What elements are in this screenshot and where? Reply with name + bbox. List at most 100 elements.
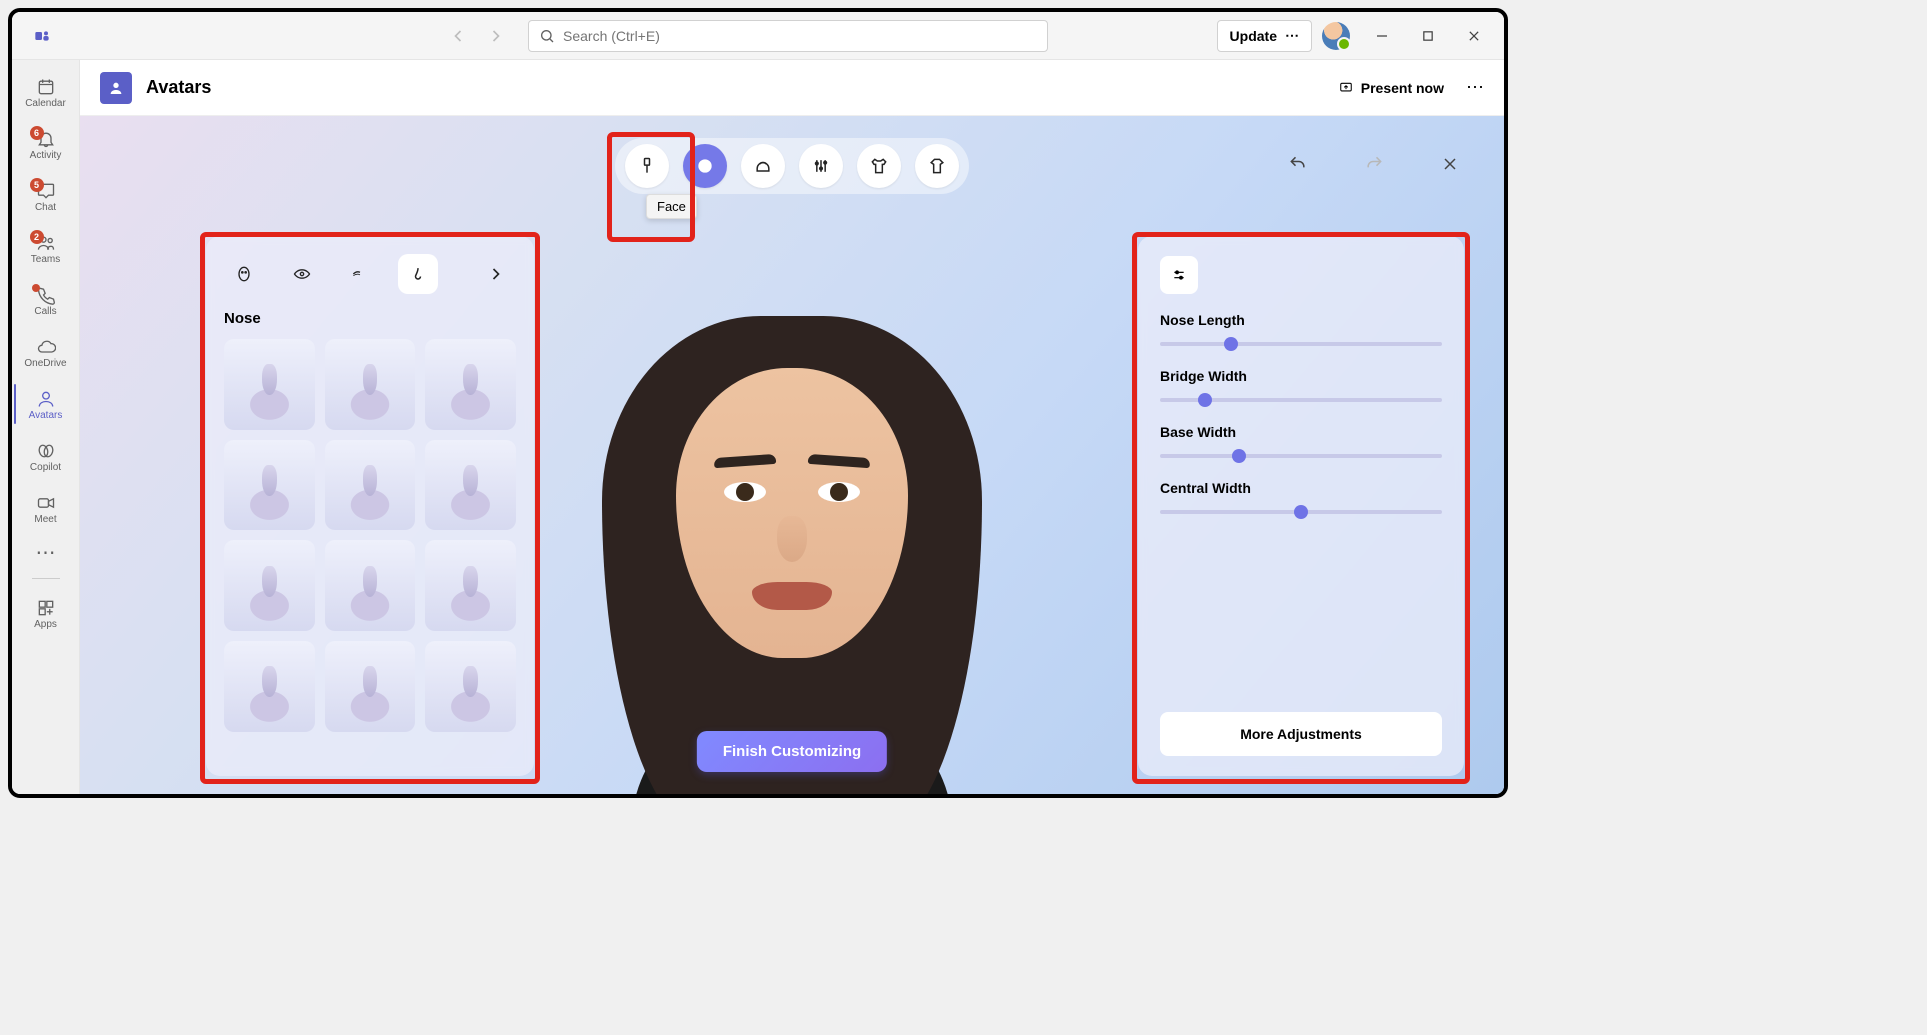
adjustments-panel: Nose Length Bridge Width Base Width Central… [1138,236,1464,776]
update-button[interactable]: Update ⋯ [1217,20,1312,52]
slider-track[interactable] [1160,342,1442,346]
slider-track[interactable] [1160,510,1442,514]
nav-teams[interactable]: 2 Teams [14,222,78,274]
avatar-editor-canvas: Face Nose [80,116,1504,794]
nav-label: Meet [34,514,56,525]
phone-icon [36,284,56,306]
sliders-icon [1160,256,1198,294]
nav-avatars[interactable]: Avatars [14,378,78,430]
history-back-button[interactable] [444,22,472,50]
nav-label: Apps [34,619,57,630]
search-icon [539,28,555,44]
people-icon: 2 [36,232,56,254]
nav-label: Teams [31,254,60,265]
feature-picker-panel: Nose [206,236,534,776]
nose-option[interactable] [325,339,416,430]
nose-option[interactable] [224,641,315,732]
video-icon [36,492,56,514]
face-tab-eyes[interactable] [282,254,322,294]
nav-calendar[interactable]: Calendar [14,66,78,118]
category-appearance[interactable] [799,144,843,188]
history-forward-button[interactable] [482,22,510,50]
slider-thumb[interactable] [1198,393,1212,407]
chat-icon: 5 [36,180,56,202]
profile-avatar[interactable] [1322,22,1350,50]
window-maximize-button[interactable] [1406,20,1450,52]
nose-option[interactable] [224,540,315,631]
screen-share-icon [1339,81,1353,95]
category-face[interactable] [683,144,727,188]
nose-option[interactable] [425,339,516,430]
face-tab-shape[interactable] [224,254,264,294]
nose-option[interactable] [224,339,315,430]
avatar-preview [602,286,982,794]
nav-onedrive[interactable]: OneDrive [14,326,78,378]
nav-apps[interactable]: Apps [14,587,78,639]
slider-thumb[interactable] [1224,337,1238,351]
slider-base-width: Base Width [1160,424,1442,458]
page-header: Avatars Present now ⋯ [80,60,1504,116]
slider-track[interactable] [1160,454,1442,458]
finish-customizing-button[interactable]: Finish Customizing [697,731,887,772]
present-now-button[interactable]: Present now [1331,74,1452,102]
cloud-icon [36,336,56,358]
nav-label: Chat [35,202,56,213]
nav-copilot[interactable]: Copilot [14,430,78,482]
face-tabs-next[interactable] [476,254,516,294]
nose-option[interactable] [425,641,516,732]
window-minimize-button[interactable] [1360,20,1404,52]
slider-track[interactable] [1160,398,1442,402]
slider-label: Nose Length [1160,312,1442,328]
slider-nose-length: Nose Length [1160,312,1442,346]
slider-thumb[interactable] [1294,505,1308,519]
titlebar: Update ⋯ [12,12,1504,60]
category-body[interactable] [625,144,669,188]
bell-icon: 6 [36,128,56,150]
slider-central-width: Central Width [1160,480,1442,514]
update-label: Update [1230,28,1277,44]
nav-calls[interactable]: Calls [14,274,78,326]
global-search-input[interactable] [528,20,1048,52]
avatar-icon [36,388,56,410]
copilot-icon [36,440,56,462]
page-title: Avatars [146,77,211,98]
teams-app-icon [28,22,56,50]
nose-option[interactable] [425,540,516,631]
face-tab-brows[interactable] [340,254,380,294]
nav-activity[interactable]: 6 Activity [14,118,78,170]
slider-label: Bridge Width [1160,368,1442,384]
nose-option[interactable] [224,440,315,531]
nose-option[interactable] [425,440,516,531]
feature-section-title: Nose [224,310,516,327]
window-close-button[interactable] [1452,20,1496,52]
nav-label: Calls [34,306,56,317]
category-wardrobe[interactable] [857,144,901,188]
face-tab-nose[interactable] [398,254,438,294]
category-clothing[interactable] [915,144,959,188]
nav-more[interactable]: ⋯ [14,534,78,570]
nose-option[interactable] [325,641,416,732]
nav-label: Activity [30,150,62,161]
present-label: Present now [1361,80,1444,96]
nav-label: Calendar [25,98,66,109]
redo-button[interactable] [1356,146,1392,182]
more-icon: ⋯ [1285,27,1299,44]
close-editor-button[interactable] [1432,146,1468,182]
header-more-button[interactable]: ⋯ [1466,77,1484,98]
slider-bridge-width: Bridge Width [1160,368,1442,402]
category-bar [615,138,969,194]
more-adjustments-button[interactable]: More Adjustments [1160,712,1442,756]
slider-thumb[interactable] [1232,449,1246,463]
nav-meet[interactable]: Meet [14,482,78,534]
nose-option[interactable] [325,540,416,631]
avatars-app-icon [100,72,132,104]
category-hair[interactable] [741,144,785,188]
nav-chat[interactable]: 5 Chat [14,170,78,222]
search-field[interactable] [563,28,1037,44]
slider-label: Base Width [1160,424,1442,440]
nav-rail: Calendar 6 Activity 5 Chat 2 Teams Calls… [12,60,80,794]
undo-button[interactable] [1280,146,1316,182]
ellipsis-icon: ⋯ [36,541,56,563]
category-tooltip: Face [646,194,697,219]
nose-option[interactable] [325,440,416,531]
